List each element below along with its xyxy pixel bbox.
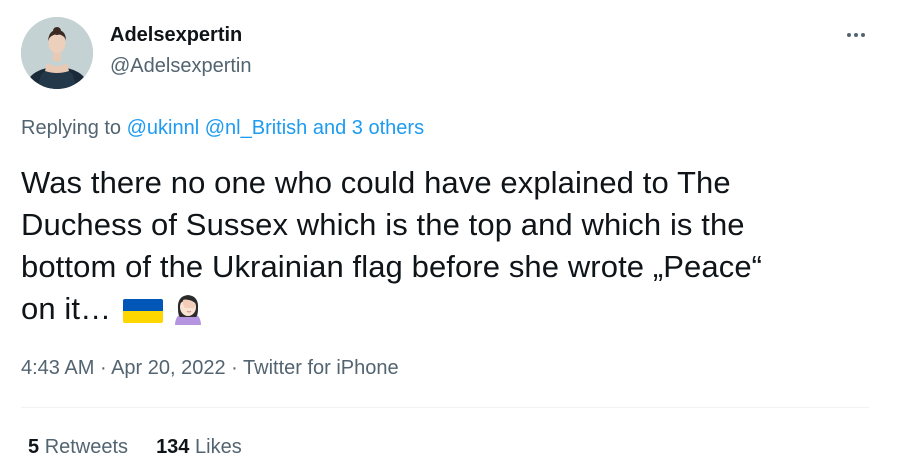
tweet-source[interactable]: Twitter for iPhone	[243, 357, 399, 379]
author-handle[interactable]: @Adelsexpertin	[110, 53, 251, 79]
tweet-text-line: Was there no one who could have explaine…	[21, 165, 731, 200]
mention-ukinnl[interactable]: @ukinnl	[127, 117, 200, 139]
tweet-text: Was there no one who could have explaine…	[21, 162, 871, 336]
retweets-label: Retweets	[44, 436, 129, 458]
author-avatar[interactable]	[21, 17, 93, 89]
likes-label: Likes	[195, 436, 242, 458]
meta-separator: ·	[225, 357, 244, 379]
ukraine-flag-icon	[123, 294, 164, 336]
mention-nl-british[interactable]: @nl_British	[205, 117, 308, 139]
tweet-card: Adelsexpertin @Adelsexpertin Replying to…	[0, 0, 898, 469]
tweet-text-last-line: on it…	[21, 288, 871, 336]
meta-separator: ·	[94, 357, 112, 379]
likes-count: 134	[156, 436, 190, 458]
others-link[interactable]: and 3 others	[313, 117, 424, 139]
retweets-count: 5	[28, 436, 40, 458]
author-display-name[interactable]: Adelsexpertin	[110, 22, 242, 48]
more-options-button[interactable]	[838, 22, 874, 48]
tweet-meta: 4:43 AM · Apr 20, 2022 · Twitter for iPh…	[21, 355, 399, 381]
more-dot	[861, 33, 865, 37]
tweet-text-line: on it…	[21, 291, 112, 326]
tweet-date[interactable]: Apr 20, 2022	[111, 357, 226, 379]
replying-prefix: Replying to	[21, 117, 122, 139]
avatar-woman-icon	[21, 17, 93, 89]
more-dot	[854, 33, 858, 37]
tweet-time[interactable]: 4:43 AM	[21, 357, 94, 379]
more-dot	[847, 33, 851, 37]
retweets-stat[interactable]: 5 Retweets	[28, 436, 128, 458]
woman-facepalming-icon	[171, 291, 205, 336]
divider	[21, 407, 869, 408]
tweet-text-line: Duchess of Sussex which is the top and w…	[21, 207, 745, 242]
likes-stat[interactable]: 134 Likes	[156, 436, 242, 458]
tweet-text-line: bottom of the Ukrainian flag before she …	[21, 249, 763, 284]
tweet-stats: 5 Retweets 134 Likes	[28, 434, 242, 460]
replying-to-line: Replying to @ukinnl @nl_British and 3 ot…	[21, 115, 424, 141]
